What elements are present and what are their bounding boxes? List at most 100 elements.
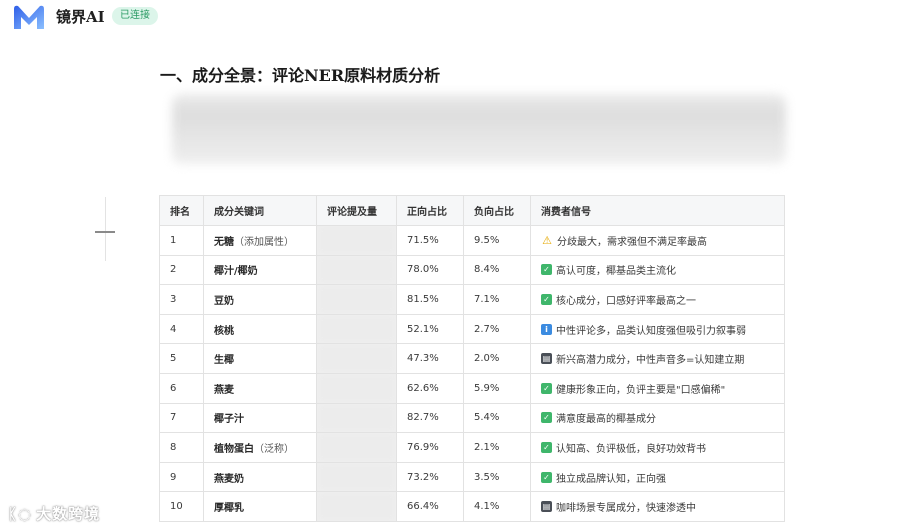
chart-icon: ▤ — [541, 501, 552, 513]
cell-positive: 78.0% — [396, 254, 464, 286]
cell-rank: 2 — [159, 254, 204, 286]
keyword-text: 椰汁/椰奶 — [214, 266, 258, 278]
signal-text: 新兴高潜力成分，中性声音多=认知建立期 — [556, 355, 745, 367]
table-row[interactable]: 2 椰汁/椰奶 78.0% 8.4% ✓ 高认可度，椰基品类主流化 — [159, 254, 785, 286]
cell-signal: ✓ 独立成品牌认知，正向强 — [530, 461, 785, 493]
cell-negative: 4.1% — [463, 491, 531, 522]
cell-keyword: 厚椰乳 — [203, 491, 317, 522]
cell-positive: 71.5% — [396, 225, 464, 256]
cell-mentions-redacted — [316, 313, 397, 345]
table-row[interactable]: 6 燕麦 62.6% 5.9% ✓ 健康形象正向，负评主要是"口感偏稀" — [159, 372, 785, 404]
cell-positive: 73.2% — [396, 461, 464, 493]
cell-signal: ✓ 核心成分，口感好评率最高之一 — [530, 284, 785, 315]
cell-keyword: 植物蛋白（泛称） — [203, 432, 317, 463]
header-rank[interactable]: 排名 — [159, 195, 204, 226]
cell-signal: ▤ 咖啡场景专属成分，快速渗透中 — [530, 491, 785, 522]
cell-mentions-redacted — [316, 461, 397, 493]
table-header-row: 排名 成分关键词 评论提及量 正向占比 负向占比 消费者信号 — [159, 195, 785, 226]
signal-text: 独立成品牌认知，正向强 — [556, 473, 666, 485]
cell-signal: ▤ 新兴高潜力成分，中性声音多=认知建立期 — [530, 343, 785, 374]
cell-negative: 8.4% — [463, 254, 531, 286]
table-row[interactable]: 8 植物蛋白（泛称） 76.9% 2.1% ✓ 认知高、负评极低，良好功效背书 — [159, 432, 785, 463]
cell-mentions-redacted — [316, 372, 397, 404]
cell-mentions-redacted — [316, 343, 397, 374]
cell-negative: 5.4% — [463, 402, 531, 434]
warning-icon: ⚠ — [542, 233, 552, 247]
cell-mentions-redacted — [316, 432, 397, 463]
cell-rank: 5 — [159, 343, 204, 374]
signal-text: 认知高、负评极低，良好功效背书 — [556, 443, 706, 455]
header-negative[interactable]: 负向占比 — [463, 195, 531, 226]
cell-mentions-redacted — [316, 402, 397, 434]
cell-positive: 66.4% — [396, 491, 464, 522]
cell-rank: 3 — [159, 284, 204, 315]
cell-rank: 9 — [159, 461, 204, 493]
cell-negative: 2.1% — [463, 432, 531, 463]
cell-mentions-redacted — [316, 254, 397, 286]
header-signal[interactable]: 消费者信号 — [530, 195, 785, 226]
left-scroll-rule — [105, 197, 106, 261]
cell-rank: 8 — [159, 432, 204, 463]
header-mentions[interactable]: 评论提及量 — [316, 195, 397, 226]
table-row[interactable]: 7 椰子汁 82.7% 5.4% ✓ 满意度最高的椰基成分 — [159, 402, 785, 434]
signal-text: 中性评论多，品类认知度强但吸引力叙事弱 — [556, 325, 746, 337]
keyword-text: 生椰 — [214, 355, 234, 367]
signal-text: 咖啡场景专属成分，快速渗透中 — [556, 503, 696, 515]
check-icon: ✓ — [541, 441, 552, 453]
cell-keyword: 核桃 — [203, 313, 317, 345]
keyword-text: 核桃 — [214, 325, 234, 337]
check-icon: ✓ — [541, 471, 552, 483]
keyword-text: 植物蛋白 — [214, 443, 254, 455]
table-row[interactable]: 5 生椰 47.3% 2.0% ▤ 新兴高潜力成分，中性声音多=认知建立期 — [159, 343, 785, 374]
cell-mentions-redacted — [316, 284, 397, 315]
brand-name: 镜界AI — [56, 8, 105, 26]
check-icon: ✓ — [541, 412, 552, 424]
brand-logo-icon[interactable] — [12, 4, 46, 30]
header-positive[interactable]: 正向占比 — [396, 195, 464, 226]
table-row[interactable]: 10 厚椰乳 66.4% 4.1% ▤ 咖啡场景专属成分，快速渗透中 — [159, 491, 785, 522]
cell-signal: ✓ 满意度最高的椰基成分 — [530, 402, 785, 434]
cell-mentions-redacted — [316, 225, 397, 256]
left-scroll-marker[interactable] — [95, 231, 115, 233]
signal-text: 分歧最大，需求强但不满足率最高 — [557, 236, 707, 248]
cell-signal: ⚠ 分歧最大，需求强但不满足率最高 — [530, 225, 785, 256]
cell-negative: 3.5% — [463, 461, 531, 493]
signal-text: 满意度最高的椰基成分 — [556, 414, 656, 426]
keyword-text: 燕麦 — [214, 384, 234, 396]
header-keyword[interactable]: 成分关键词 — [203, 195, 317, 226]
cell-positive: 52.1% — [396, 313, 464, 345]
signal-text: 健康形象正向，负评主要是"口感偏稀" — [556, 384, 726, 396]
cell-rank: 6 — [159, 372, 204, 404]
keyword-text: 豆奶 — [214, 295, 234, 307]
table-row[interactable]: 3 豆奶 81.5% 7.1% ✓ 核心成分，口感好评率最高之一 — [159, 284, 785, 315]
cell-rank: 10 — [159, 491, 204, 522]
cell-positive: 82.7% — [396, 402, 464, 434]
cell-signal: i 中性评论多，品类认知度强但吸引力叙事弱 — [530, 313, 785, 345]
chart-icon: ▤ — [541, 353, 552, 365]
watermark-text: 大数跨境 — [36, 505, 101, 523]
cell-signal: ✓ 认知高、负评极低，良好功效背书 — [530, 432, 785, 463]
watermark: ᛕ◌ 大数跨境 — [8, 503, 100, 524]
cell-positive: 47.3% — [396, 343, 464, 374]
table-row[interactable]: 1 无糖（添加属性） 71.5% 9.5% ⚠ 分歧最大，需求强但不满足率最高 — [159, 225, 785, 256]
cell-negative: 2.7% — [463, 313, 531, 345]
keyword-note: （添加属性） — [234, 236, 294, 248]
table-row[interactable]: 4 核桃 52.1% 2.7% i 中性评论多，品类认知度强但吸引力叙事弱 — [159, 313, 785, 345]
cell-negative: 5.9% — [463, 372, 531, 404]
signal-text: 高认可度，椰基品类主流化 — [556, 266, 676, 278]
cell-negative: 7.1% — [463, 284, 531, 315]
cell-negative: 9.5% — [463, 225, 531, 256]
keyword-text: 椰子汁 — [214, 414, 244, 426]
top-bar: 镜界AI 已连接 — [0, 0, 900, 36]
check-icon: ✓ — [541, 293, 552, 305]
keyword-text: 燕麦奶 — [214, 473, 244, 485]
cell-keyword: 生椰 — [203, 343, 317, 374]
cell-keyword: 椰汁/椰奶 — [203, 254, 317, 286]
ingredient-table: 排名 成分关键词 评论提及量 正向占比 负向占比 消费者信号 1 无糖（添加属性）… — [159, 195, 785, 522]
table-row[interactable]: 9 燕麦奶 73.2% 3.5% ✓ 独立成品牌认知，正向强 — [159, 461, 785, 493]
cell-rank: 4 — [159, 313, 204, 345]
cell-mentions-redacted — [316, 491, 397, 522]
keyword-text: 厚椰乳 — [214, 503, 244, 515]
cell-rank: 7 — [159, 402, 204, 434]
signal-text: 核心成分，口感好评率最高之一 — [556, 295, 696, 307]
